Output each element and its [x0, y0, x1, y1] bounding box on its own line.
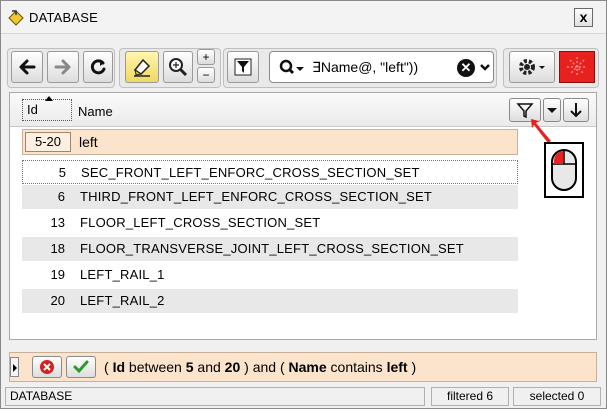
apply-filter-icon — [73, 360, 89, 374]
mouse-icon — [551, 149, 577, 191]
data-grid: Id Name 5-20 left 5 SEC_FRONT_LEFT_ENFOR… — [9, 92, 597, 340]
zoom-in-button[interactable]: + — [197, 49, 215, 65]
search-history-dropdown[interactable] — [478, 54, 492, 80]
row-name: LEFT_RAIL_1 — [80, 267, 165, 282]
red-grid-icon — [567, 57, 587, 77]
name-filter-input[interactable]: left — [79, 134, 98, 150]
table-row[interactable]: 5 SEC_FRONT_LEFT_ENFORC_CROSS_SECTION_SE… — [22, 160, 518, 184]
zoom-out-icon: − — [202, 68, 210, 82]
clear-icon: ✕ — [460, 60, 472, 75]
table-row[interactable]: 18 FLOOR_TRANSVERSE_JOINT_LEFT_CROSS_SEC… — [22, 237, 518, 261]
sort-down-button[interactable] — [563, 98, 589, 122]
apply-filter-button[interactable] — [66, 356, 96, 378]
title-bar: DATABASE x — [1, 1, 606, 34]
row-id: 13 — [50, 215, 65, 230]
id-filter-input[interactable]: 5-20 — [25, 132, 71, 152]
database-icon — [7, 8, 25, 26]
row-name: FLOOR_LEFT_CROSS_SECTION_SET — [80, 215, 321, 230]
table-row[interactable]: 13 FLOOR_LEFT_CROSS_SECTION_SET — [22, 211, 518, 235]
cancel-filter-icon — [40, 360, 54, 374]
chevron-down-icon — [480, 64, 490, 71]
settings-button[interactable] — [509, 51, 555, 83]
database-window: DATABASE x + − ∃Name@, "left")) ✕ Id Nam… — [0, 0, 607, 409]
zoom-out-button[interactable]: − — [197, 67, 215, 83]
window-title: DATABASE — [29, 10, 99, 25]
sort-down-icon — [570, 103, 582, 118]
filter-toggle-button[interactable] — [227, 51, 259, 83]
forward-arrow-icon — [54, 59, 71, 75]
row-id: 20 — [50, 293, 65, 308]
close-button[interactable]: x — [574, 8, 593, 27]
expand-handle-icon[interactable] — [10, 357, 19, 377]
refresh-button[interactable] — [83, 51, 113, 83]
filter-row: 5-20 left — [22, 129, 518, 155]
filter-expression: ( Id between 5 and 20 ) and ( Name conta… — [104, 359, 417, 375]
zoom-button[interactable] — [163, 51, 193, 83]
row-id: 6 — [57, 189, 65, 204]
table-row[interactable]: 20 LEFT_RAIL_2 — [22, 289, 518, 313]
highlight-icon — [133, 58, 151, 77]
column-header-id[interactable]: Id — [22, 96, 72, 121]
table-row[interactable]: 19 LEFT_RAIL_1 — [22, 263, 518, 287]
status-bar: DATABASE filtered 6 selected 0 — [5, 387, 603, 406]
back-arrow-icon — [19, 59, 36, 75]
row-id: 18 — [50, 241, 65, 256]
status-database: DATABASE — [5, 387, 425, 406]
search-icon — [279, 59, 304, 75]
row-name: SEC_FRONT_LEFT_ENFORC_CROSS_SECTION_SET — [81, 165, 420, 180]
refresh-icon — [90, 59, 106, 75]
filter-summary-bar: ( Id between 5 and 20 ) and ( Name conta… — [9, 352, 597, 382]
sort-asc-icon — [45, 96, 53, 101]
row-id: 5 — [58, 165, 66, 180]
column-header-row: Id Name — [10, 93, 596, 127]
back-button[interactable] — [11, 51, 43, 83]
row-id: 19 — [50, 267, 65, 282]
search-query: ∃Name@, "left")) — [312, 59, 419, 75]
red-grid-button[interactable] — [559, 51, 595, 83]
close-icon: x — [579, 9, 588, 25]
gear-icon — [519, 59, 545, 75]
row-name: LEFT_RAIL_2 — [80, 293, 165, 308]
highlight-button[interactable] — [125, 51, 159, 83]
status-selected-count: selected 0 — [513, 387, 601, 406]
column-header-id-label: Id — [27, 102, 38, 117]
cancel-filter-button[interactable] — [32, 356, 62, 378]
column-header-name[interactable]: Name — [78, 104, 113, 119]
row-name: FLOOR_TRANSVERSE_JOINT_LEFT_CROSS_SECTIO… — [80, 241, 464, 256]
row-name: THIRD_FRONT_LEFT_ENFORC_CROSS_SECTION_SE… — [80, 189, 433, 204]
forward-button[interactable] — [47, 51, 79, 83]
status-filtered-count: filtered 6 — [431, 387, 509, 406]
zoom-in-icon: + — [202, 50, 210, 64]
search-input[interactable]: ∃Name@, "left")) ✕ — [269, 51, 494, 83]
mouse-hint — [544, 142, 584, 198]
clear-search-button[interactable]: ✕ — [457, 59, 475, 77]
table-row[interactable]: 6 THIRD_FRONT_LEFT_ENFORC_CROSS_SECTION_… — [22, 185, 518, 209]
filter-icon — [234, 58, 252, 76]
zoom-icon — [169, 58, 188, 77]
